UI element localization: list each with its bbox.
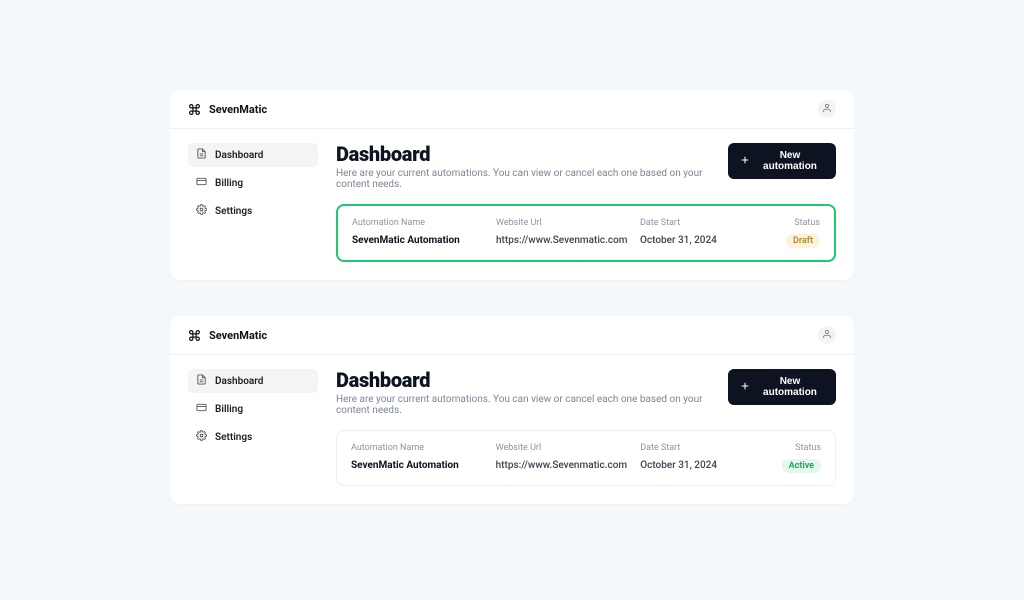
col-value: SevenMatic Automation bbox=[351, 460, 459, 471]
sidebar-item-dashboard[interactable]: Dashboard bbox=[188, 143, 318, 167]
body-row: Dashboard Billing Settings Dashboard Her… bbox=[170, 129, 854, 280]
sidebar-item-label: Dashboard bbox=[215, 150, 263, 161]
col-value: https://www.Sevenmatic.com bbox=[496, 235, 627, 246]
col-value: SevenMatic Automation bbox=[352, 235, 460, 246]
col-value: https://www.Sevenmatic.com bbox=[496, 460, 627, 471]
status-badge: Draft bbox=[786, 234, 820, 248]
page-subtitle: Here are your current automations. You c… bbox=[336, 168, 728, 190]
automation-row[interactable]: Automation Name SevenMatic Automation We… bbox=[336, 430, 836, 486]
sidebar-item-label: Billing bbox=[215, 404, 243, 415]
col-date: Date Start October 31, 2024 bbox=[640, 218, 760, 246]
user-icon bbox=[822, 102, 832, 116]
sidebar-item-billing[interactable]: Billing bbox=[188, 171, 318, 195]
col-label: Automation Name bbox=[352, 218, 484, 228]
topbar: SevenMatic bbox=[170, 316, 854, 355]
new-automation-button[interactable]: New automation bbox=[728, 143, 836, 179]
col-url: Website Url https://www.Sevenmatic.com bbox=[496, 218, 628, 246]
app-card-active: SevenMatic Dashboard Billing bbox=[170, 316, 854, 504]
plus-icon bbox=[740, 381, 750, 394]
title-block: Dashboard Here are your current automati… bbox=[336, 369, 728, 416]
command-icon bbox=[188, 103, 201, 116]
credit-card-icon bbox=[196, 402, 207, 416]
sidebar: Dashboard Billing Settings bbox=[188, 369, 318, 449]
col-label: Website Url bbox=[496, 218, 628, 228]
col-label: Date Start bbox=[640, 218, 760, 228]
sidebar-item-label: Billing bbox=[215, 178, 243, 189]
sidebar-item-billing[interactable]: Billing bbox=[188, 397, 318, 421]
page-title: Dashboard bbox=[336, 369, 728, 392]
title-block: Dashboard Here are your current automati… bbox=[336, 143, 728, 190]
file-icon bbox=[196, 374, 207, 388]
col-label: Status bbox=[772, 218, 820, 228]
sidebar-item-settings[interactable]: Settings bbox=[188, 425, 318, 449]
sidebar: Dashboard Billing Settings bbox=[188, 143, 318, 223]
credit-card-icon bbox=[196, 176, 207, 190]
file-icon bbox=[196, 148, 207, 162]
gear-icon bbox=[196, 430, 207, 444]
button-label: New automation bbox=[756, 150, 824, 172]
main-content: Dashboard Here are your current automati… bbox=[336, 143, 836, 262]
col-label: Automation Name bbox=[351, 443, 484, 453]
main-header: Dashboard Here are your current automati… bbox=[336, 143, 836, 190]
main-content: Dashboard Here are your current automati… bbox=[336, 369, 836, 486]
command-icon bbox=[188, 329, 201, 342]
status-badge: Active bbox=[782, 459, 821, 473]
topbar: SevenMatic bbox=[170, 90, 854, 129]
brand: SevenMatic bbox=[188, 103, 267, 116]
col-status: Status Draft bbox=[772, 218, 820, 248]
body-row: Dashboard Billing Settings Dashboard Her… bbox=[170, 355, 854, 504]
app-card-draft: SevenMatic Dashboard Billing bbox=[170, 90, 854, 280]
page-title: Dashboard bbox=[336, 143, 728, 166]
col-status: Status Active bbox=[773, 443, 821, 473]
col-value: October 31, 2024 bbox=[640, 235, 717, 246]
user-avatar[interactable] bbox=[818, 326, 836, 344]
col-label: Website Url bbox=[496, 443, 629, 453]
new-automation-button[interactable]: New automation bbox=[728, 369, 836, 405]
main-header: Dashboard Here are your current automati… bbox=[336, 369, 836, 416]
sidebar-item-label: Settings bbox=[215, 432, 252, 443]
page-subtitle: Here are your current automations. You c… bbox=[336, 394, 728, 416]
button-label: New automation bbox=[756, 376, 824, 398]
brand-name: SevenMatic bbox=[209, 329, 267, 342]
user-icon bbox=[822, 328, 832, 342]
col-value: October 31, 2024 bbox=[640, 460, 717, 471]
gear-icon bbox=[196, 204, 207, 218]
col-label: Date Start bbox=[640, 443, 761, 453]
plus-icon bbox=[740, 155, 750, 168]
sidebar-item-label: Dashboard bbox=[215, 376, 263, 387]
col-label: Status bbox=[773, 443, 821, 453]
automation-row[interactable]: Automation Name SevenMatic Automation We… bbox=[336, 204, 836, 262]
sidebar-item-dashboard[interactable]: Dashboard bbox=[188, 369, 318, 393]
brand-name: SevenMatic bbox=[209, 103, 267, 116]
col-name: Automation Name SevenMatic Automation bbox=[351, 443, 484, 471]
sidebar-item-label: Settings bbox=[215, 206, 252, 217]
sidebar-item-settings[interactable]: Settings bbox=[188, 199, 318, 223]
brand: SevenMatic bbox=[188, 329, 267, 342]
col-url: Website Url https://www.Sevenmatic.com bbox=[496, 443, 629, 471]
user-avatar[interactable] bbox=[818, 100, 836, 118]
col-date: Date Start October 31, 2024 bbox=[640, 443, 761, 471]
col-name: Automation Name SevenMatic Automation bbox=[352, 218, 484, 246]
